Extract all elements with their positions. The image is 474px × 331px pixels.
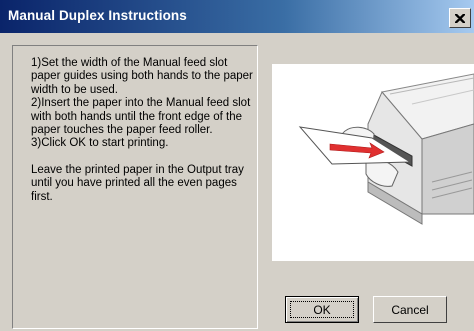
printer-manual-feed-illustration — [298, 73, 474, 225]
cancel-button[interactable]: Cancel — [373, 296, 447, 323]
close-icon — [455, 13, 465, 23]
window-title: Manual Duplex Instructions — [8, 8, 187, 23]
manual-duplex-dialog: Manual Duplex Instructions 1)Set the wid… — [0, 0, 474, 331]
instruction-note: Leave the printed paper in the Output tr… — [31, 163, 244, 203]
instructions-text: 1)Set the width of the Manual feed slot … — [31, 57, 253, 204]
title-bar[interactable]: Manual Duplex Instructions — [0, 0, 474, 33]
focus-rectangle — [290, 301, 354, 318]
close-button[interactable] — [449, 8, 471, 28]
instruction-step-3: 3)Click OK to start printing. — [31, 137, 169, 150]
instructions-panel: 1)Set the width of the Manual feed slot … — [12, 45, 258, 329]
instruction-step-2: 2)Insert the paper into the Manual feed … — [31, 97, 251, 137]
cancel-button-label: Cancel — [391, 302, 429, 317]
ok-button[interactable]: OK — [285, 296, 359, 323]
illustration-panel — [272, 64, 474, 261]
instruction-step-1: 1)Set the width of the Manual feed slot … — [31, 57, 253, 96]
